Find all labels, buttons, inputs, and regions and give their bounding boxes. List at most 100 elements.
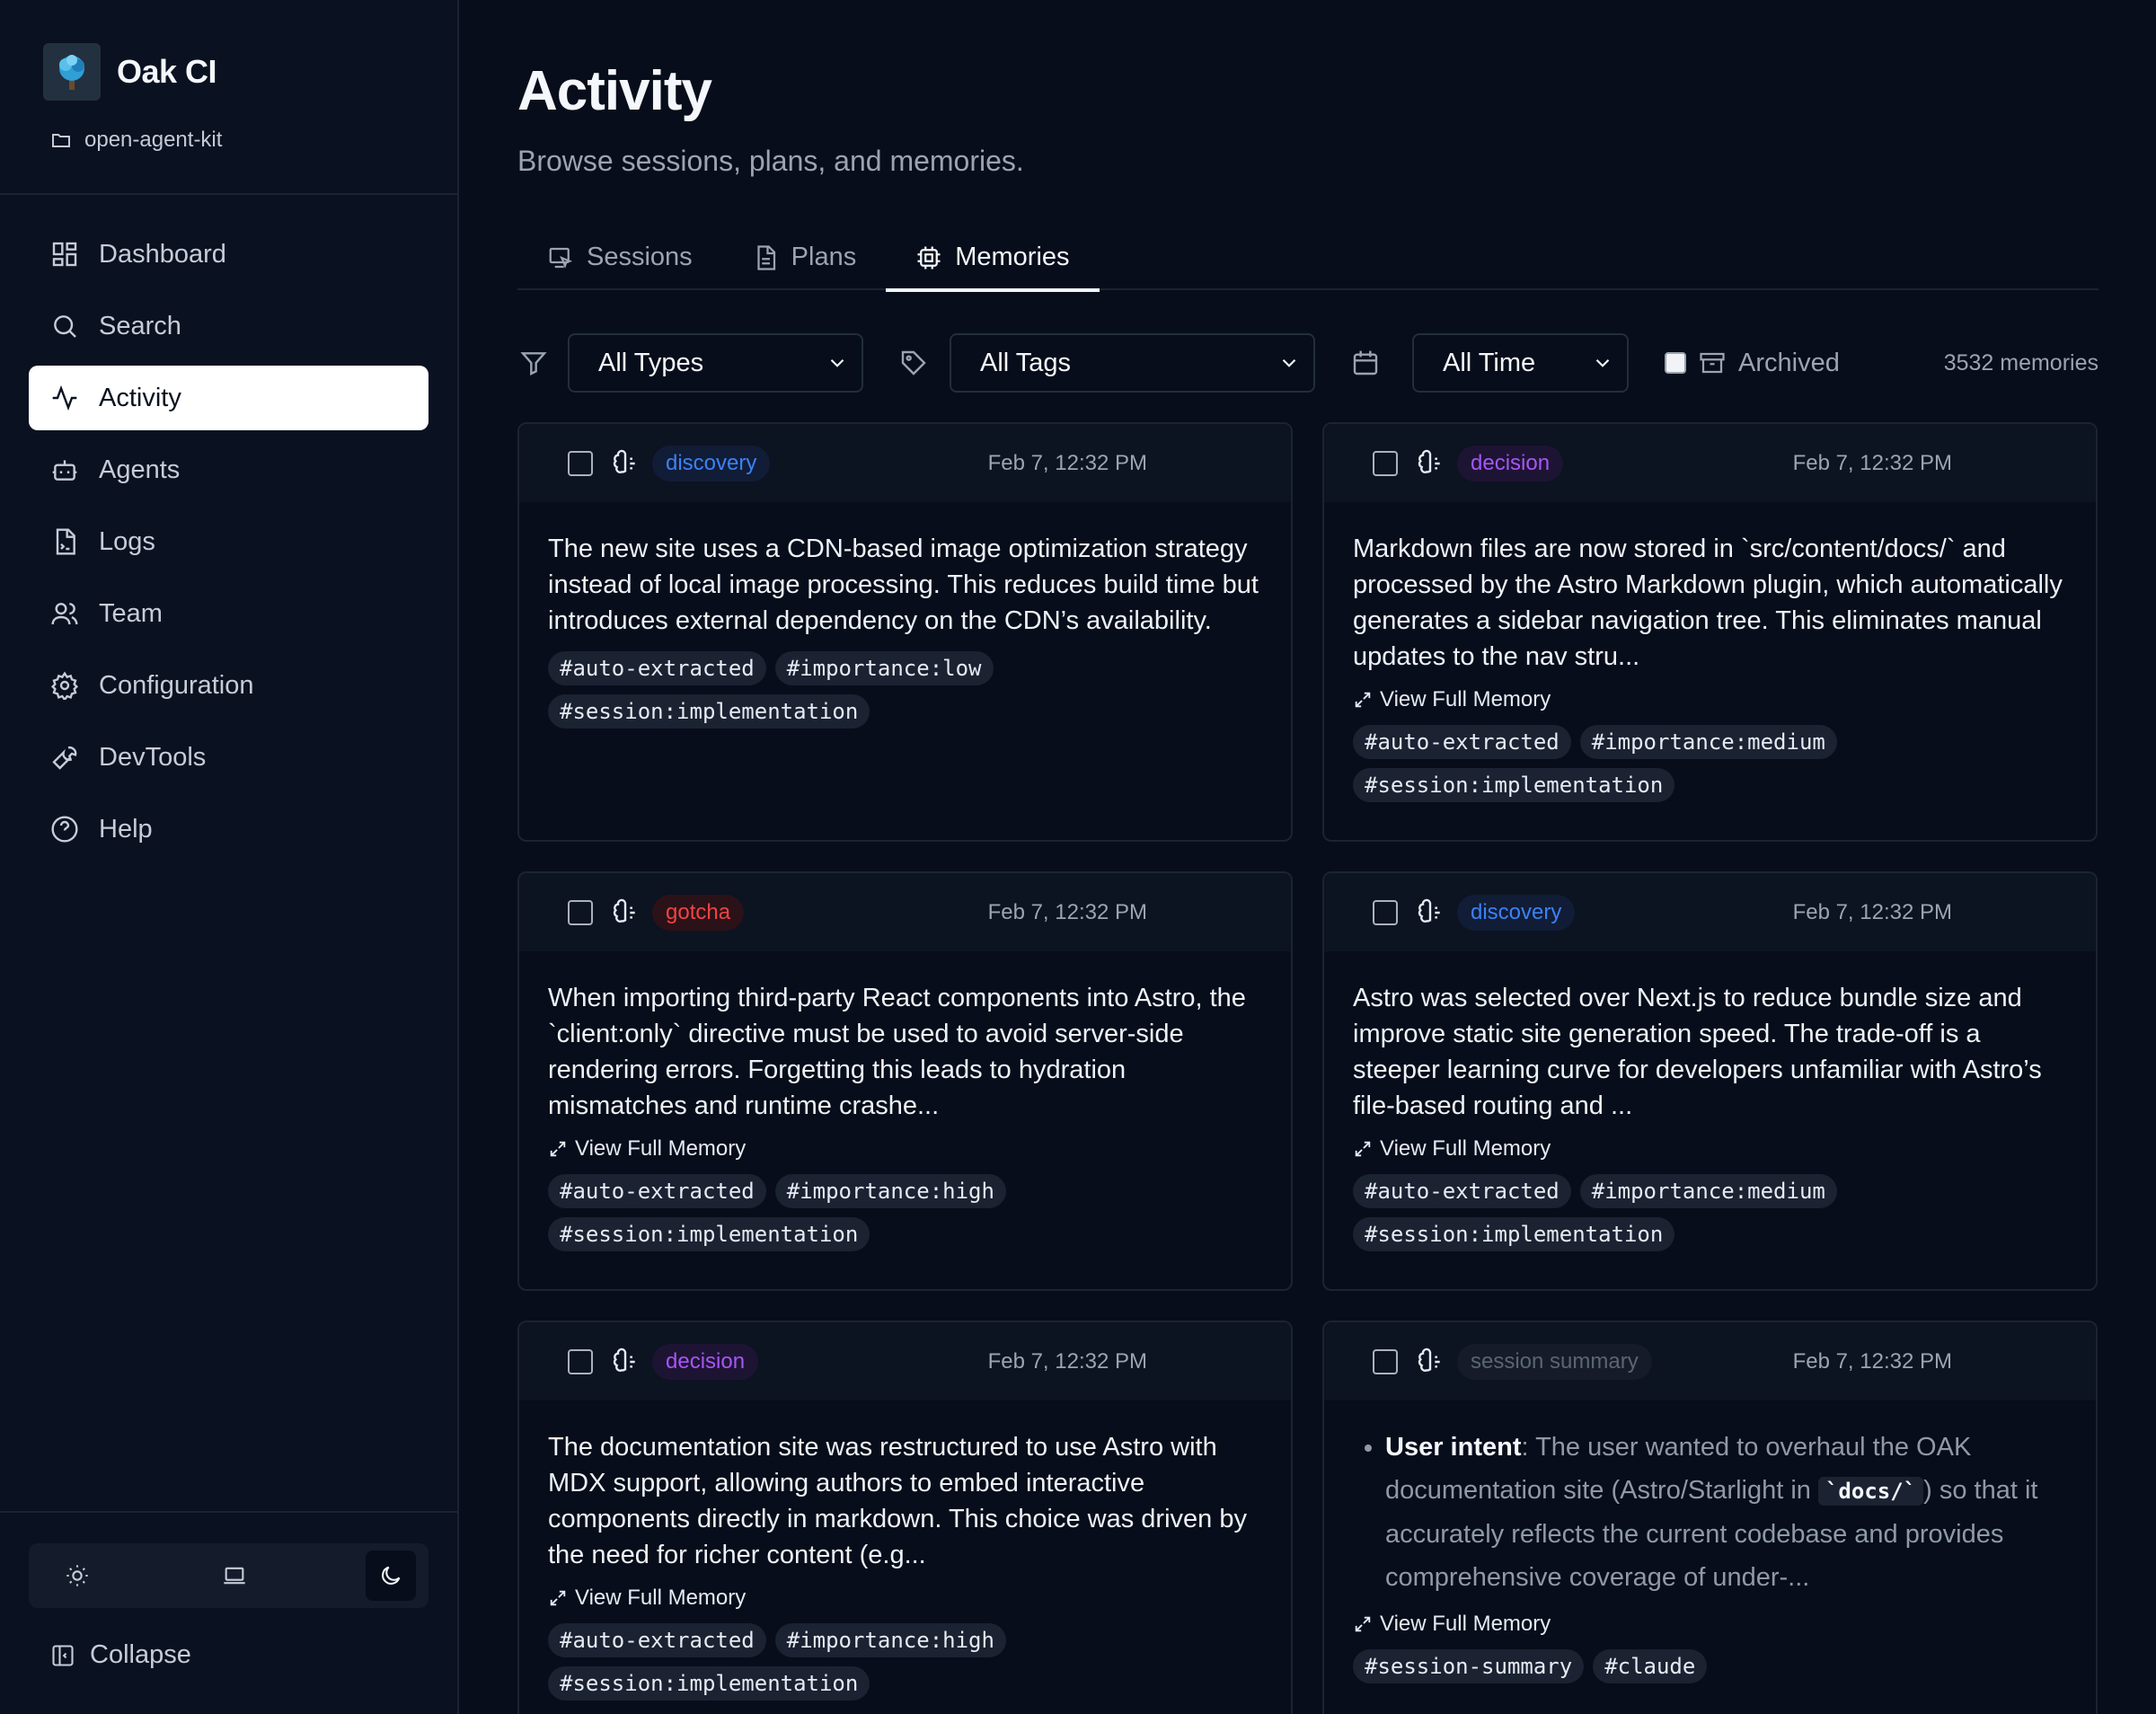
users-icon (51, 603, 78, 625)
sidebar-item-help[interactable]: Help (29, 797, 429, 861)
chip-icon (917, 246, 941, 269)
sidebar-item-configuration[interactable]: Configuration (29, 653, 429, 718)
brain-icon (1418, 898, 1440, 923)
memory-card[interactable]: decision Feb 7, 12:32 PM Markdown files … (1322, 422, 2098, 842)
file-icon (56, 528, 75, 555)
memory-card[interactable]: decision Feb 7, 12:32 PM The documentati… (517, 1321, 1293, 1714)
brand-row[interactable]: Oak CI (43, 43, 414, 101)
sidebar-item-dashboard[interactable]: Dashboard (29, 222, 429, 287)
time-filter-select[interactable]: All Time (1412, 333, 1629, 393)
view-full-memory-link[interactable]: View Full Memory (1353, 1612, 2067, 1637)
view-full-memory-link[interactable]: View Full Memory (548, 1136, 1262, 1162)
sidebar-item-label: Help (99, 814, 153, 844)
memory-select-checkbox[interactable] (568, 1348, 593, 1374)
memory-tags: #auto-extracted #importance:medium #sess… (1353, 725, 2067, 802)
memory-timestamp: Feb 7, 12:32 PM (987, 1348, 1147, 1374)
memory-select-checkbox[interactable] (568, 450, 593, 476)
sidebar-item-label: Team (99, 598, 163, 628)
memory-tag[interactable]: #session-summary (1353, 1649, 1585, 1683)
memory-tag[interactable]: #session:implementation (548, 1666, 870, 1701)
memory-type-badge: session summary (1457, 1343, 1652, 1380)
tab-memories[interactable]: Memories (886, 225, 1100, 292)
expand-icon (550, 1141, 566, 1157)
memory-card[interactable]: gotcha Feb 7, 12:32 PM When importing th… (517, 871, 1293, 1291)
memory-card[interactable]: discovery Feb 7, 12:32 PM The new site u… (517, 422, 1293, 842)
sidebar-item-label: Dashboard (99, 239, 226, 269)
memory-tag[interactable]: #importance:medium (1579, 725, 1837, 759)
memory-timestamp: Feb 7, 12:32 PM (1792, 1348, 1952, 1374)
memory-tag[interactable]: #session:implementation (548, 1217, 870, 1251)
expand-icon (1355, 1616, 1371, 1632)
brain-icon (613, 1347, 635, 1372)
sidebar-nav: Dashboard Search Activity Agents Logs Te… (0, 195, 457, 861)
tab-sessions[interactable]: Sessions (517, 225, 722, 290)
memory-tags: #session-summary #claude (1353, 1649, 2067, 1683)
sidebar-item-logs[interactable]: Logs (29, 509, 429, 574)
view-full-memory-link[interactable]: View Full Memory (1353, 687, 2067, 712)
bot-icon (52, 460, 77, 481)
sidebar-item-activity[interactable]: Activity (29, 366, 429, 430)
memory-type-badge: decision (1457, 445, 1564, 482)
memory-select-checkbox[interactable] (568, 899, 593, 925)
memory-type-badge: discovery (652, 445, 771, 482)
theme-dark-button[interactable] (366, 1551, 416, 1601)
theme-light-button[interactable] (52, 1551, 102, 1601)
memory-tag[interactable]: #session:implementation (1353, 1217, 1675, 1251)
memories-grid: discovery Feb 7, 12:32 PM The new site u… (517, 422, 2099, 1714)
view-full-memory-link[interactable]: View Full Memory (548, 1586, 1262, 1611)
memory-tag[interactable]: #auto-extracted (1353, 1174, 1571, 1208)
memory-tag[interactable]: #auto-extracted (548, 1623, 766, 1657)
view-full-memory-link[interactable]: View Full Memory (1353, 1136, 2067, 1162)
memory-tag[interactable]: #claude (1593, 1649, 1708, 1683)
sidebar-item-label: Search (99, 311, 181, 340)
project-selector[interactable]: open-agent-kit (50, 128, 414, 153)
sidebar-item-devtools[interactable]: DevTools (29, 725, 429, 790)
type-filter-select[interactable]: All Types (568, 333, 863, 393)
memory-tag[interactable]: #auto-extracted (1353, 725, 1571, 759)
memory-card-body: User intent: The user wanted to overhaul… (1324, 1400, 2096, 1683)
memory-text: The new site uses a CDN-based image opti… (548, 535, 1259, 635)
memory-select-checkbox[interactable] (1373, 899, 1398, 925)
collapse-button[interactable]: Collapse (29, 1640, 429, 1670)
memory-text: When importing third-party React compone… (548, 984, 1246, 1120)
memory-tag[interactable]: #importance:high (774, 1174, 1006, 1208)
sidebar-item-agents[interactable]: Agents (29, 437, 429, 502)
memory-card[interactable]: discovery Feb 7, 12:32 PM Astro was sele… (1322, 871, 2098, 1291)
view-full-label: View Full Memory (1380, 1136, 1551, 1161)
type-filter-value: All Types (598, 348, 704, 377)
help-icon (51, 816, 78, 843)
memory-tag[interactable]: #auto-extracted (548, 1174, 766, 1208)
archived-toggle[interactable]: Archived (1665, 349, 1840, 378)
memory-tag[interactable]: #importance:high (774, 1623, 1006, 1657)
memory-card-body: The documentation site was restructured … (519, 1400, 1291, 1701)
memory-timestamp: Feb 7, 12:32 PM (987, 450, 1147, 475)
theme-system-button[interactable] (209, 1551, 260, 1601)
tab-plans[interactable]: Plans (722, 225, 887, 290)
oak-logo-icon (43, 43, 101, 101)
project-name: open-agent-kit (84, 128, 223, 152)
search-icon (54, 315, 76, 338)
tab-label: Memories (955, 243, 1070, 271)
memory-select-checkbox[interactable] (1373, 1348, 1398, 1374)
chevron-down-icon (1282, 358, 1296, 367)
memory-tag[interactable]: #importance:low (774, 651, 994, 685)
sidebar-item-search[interactable]: Search (29, 294, 429, 358)
tags-filter-value: All Tags (980, 348, 1072, 377)
activity-icon (52, 384, 77, 411)
expand-icon (1355, 692, 1371, 708)
memory-tag[interactable]: #auto-extracted (548, 651, 766, 685)
memory-card-header: session summary Feb 7, 12:32 PM (1324, 1322, 2096, 1400)
memory-tag[interactable]: #session:implementation (548, 694, 870, 729)
memory-tag[interactable]: #session:implementation (1353, 768, 1675, 802)
memory-text: The documentation site was restructured … (548, 1433, 1247, 1569)
brand-name: Oak CI (117, 53, 217, 90)
tags-filter-select[interactable]: All Tags (950, 333, 1315, 393)
memory-select-checkbox[interactable] (1373, 450, 1398, 476)
memory-card-body: Astro was selected over Next.js to reduc… (1324, 951, 2096, 1251)
memory-tag[interactable]: #importance:medium (1579, 1174, 1837, 1208)
archived-checkbox[interactable] (1665, 352, 1686, 374)
sidebar-item-team[interactable]: Team (29, 581, 429, 646)
memory-card[interactable]: session summary Feb 7, 12:32 PM User int… (1322, 1321, 2098, 1714)
brain-icon (1418, 1347, 1440, 1372)
sidebar-item-label: Agents (99, 455, 181, 484)
